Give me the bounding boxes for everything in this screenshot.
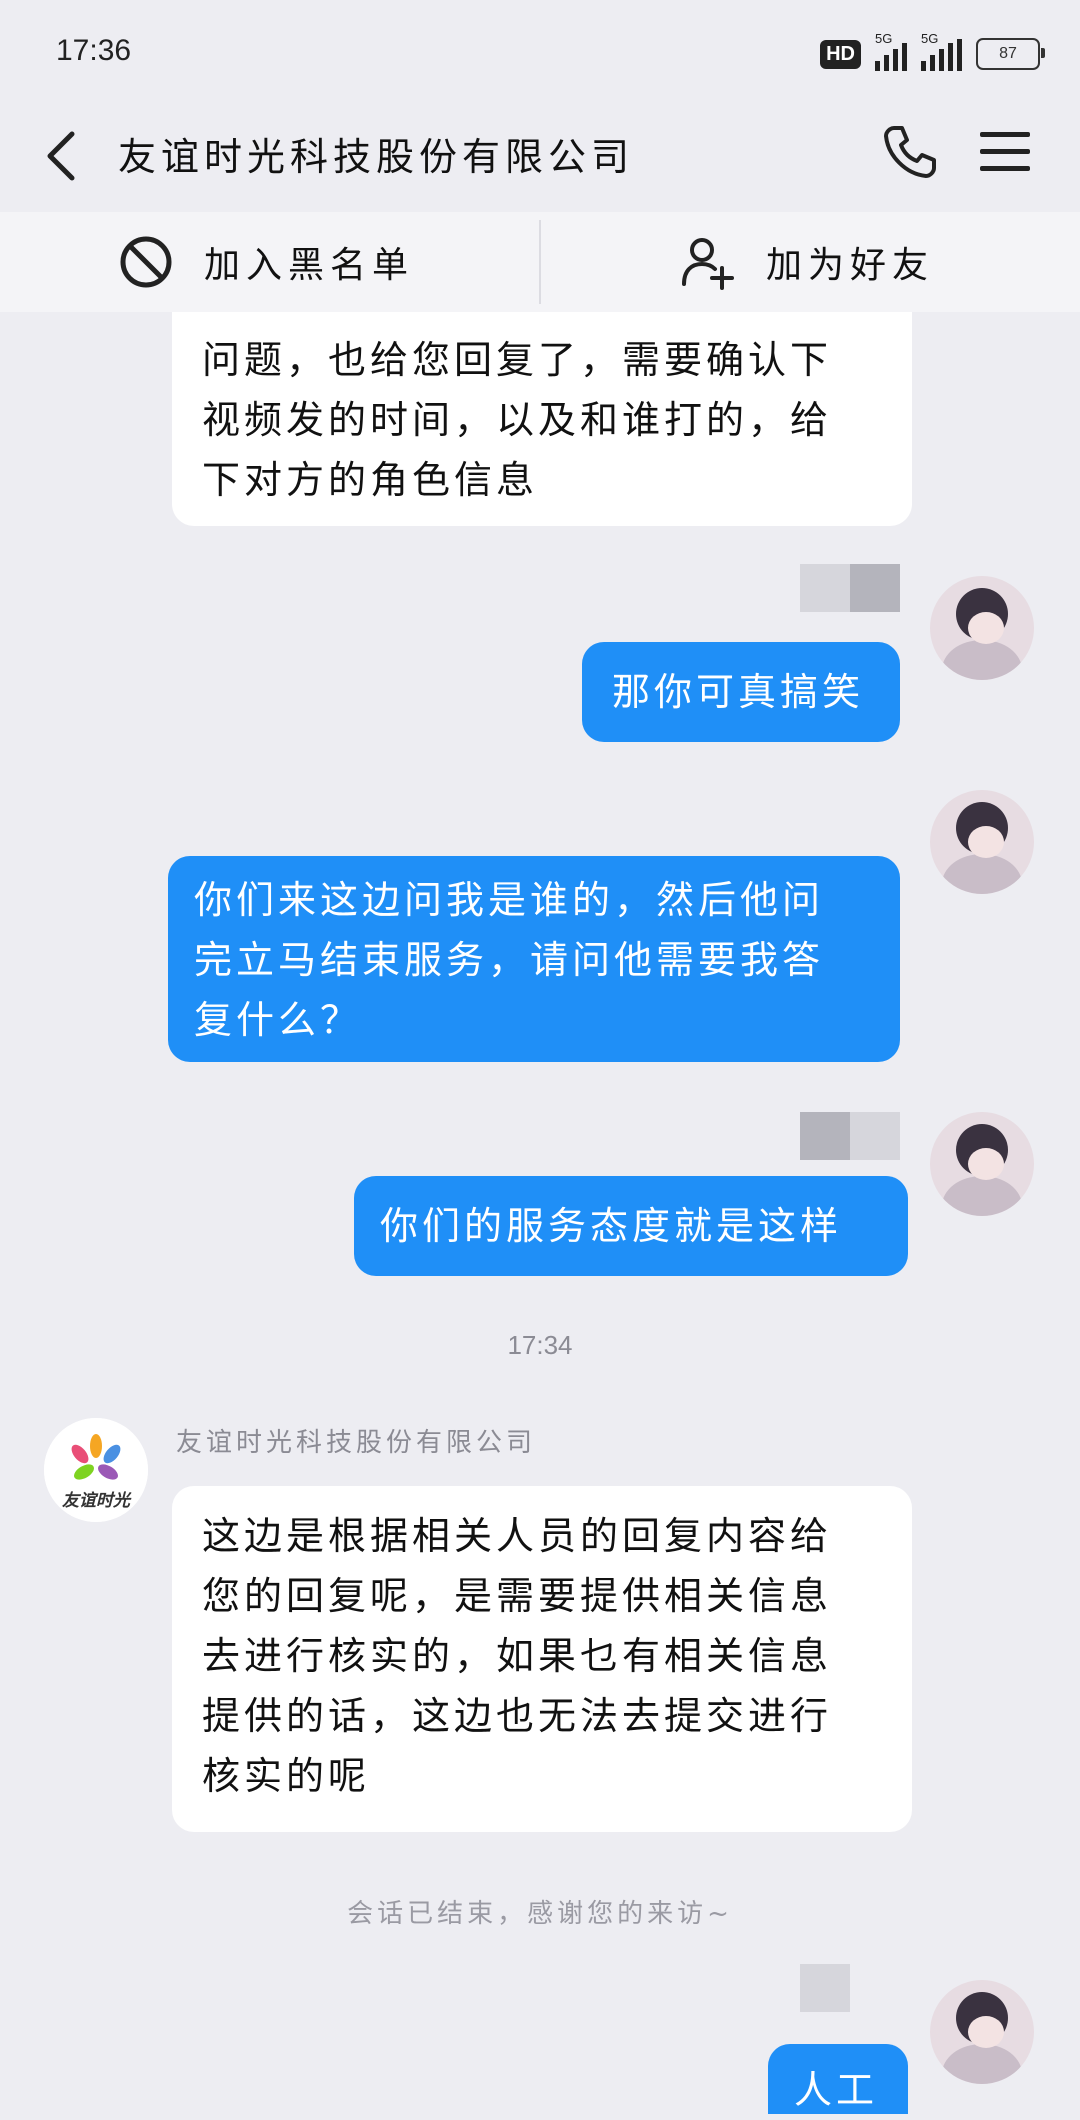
user-avatar[interactable]: [930, 1112, 1034, 1216]
block-icon: [120, 236, 172, 288]
company-logo-text: 友谊时光: [62, 1491, 130, 1511]
add-friend-button[interactable]: 加为好友: [680, 212, 934, 312]
company-avatar[interactable]: 友谊时光: [44, 1418, 148, 1522]
user-nickname-blurred: [800, 564, 900, 612]
signal-icon: 5G: [875, 31, 907, 71]
user-avatar[interactable]: [930, 790, 1034, 894]
avatar-image: [930, 576, 1034, 680]
sender-name: 友谊时光科技股份有限公司: [176, 1428, 537, 1458]
status-bar: 17:36 HD 5G 5G 87: [0, 0, 1080, 100]
message-bubble-left[interactable]: 这边是根据相关人员的回复内容给 您的回复呢，是需要提供相关信息 去进行核实的，如…: [172, 1486, 912, 1832]
back-icon[interactable]: [40, 128, 90, 184]
avatar-image: [930, 1980, 1034, 2084]
status-icons: HD 5G 5G 87: [820, 31, 1045, 74]
action-divider: [539, 220, 541, 304]
user-avatar[interactable]: [930, 576, 1034, 680]
add-user-icon: [682, 238, 734, 290]
user-avatar[interactable]: [930, 1980, 1034, 2084]
user-nickname-blurred: [800, 1112, 900, 1160]
add-friend-label: 加为好友: [766, 245, 935, 286]
message-bubble-right[interactable]: 你们的服务态度就是这样: [354, 1176, 908, 1276]
status-time: 17:36: [56, 34, 132, 67]
message-bubble-right[interactable]: 你们来这边问我是谁的，然后他问 完立马结束服务，请问他需要我答 复什么？: [168, 856, 900, 1062]
phone-icon[interactable]: [880, 122, 940, 182]
chat-timestamp: 17:34: [507, 1330, 573, 1360]
blacklist-label: 加入黑名单: [204, 245, 415, 286]
page-title: 友谊时光科技股份有限公司: [118, 135, 635, 179]
battery-icon: 87: [976, 38, 1045, 70]
signal-icon-2: 5G: [921, 31, 962, 71]
title-bar: 友谊时光科技股份有限公司: [0, 100, 1080, 210]
session-ended-notice: 会话已结束，感谢您的来访~: [347, 1899, 733, 1929]
message-bubble-left[interactable]: 问题，也给您回复了，需要确认下 视频发的时间，以及和谁打的，给 下对方的角色信息: [172, 312, 912, 526]
message-bubble-right[interactable]: 人工: [768, 2044, 908, 2114]
message-bubble-right[interactable]: 那你可真搞笑: [582, 642, 900, 742]
user-nickname-blurred: [800, 1964, 850, 2012]
avatar-image: [930, 790, 1034, 894]
avatar-image: [930, 1112, 1034, 1216]
hd-badge: HD: [820, 39, 861, 69]
menu-icon[interactable]: [978, 128, 1032, 176]
action-bar: 加入黑名单 加为好友: [0, 212, 1080, 312]
add-to-blacklist-button[interactable]: 加入黑名单: [118, 212, 414, 312]
